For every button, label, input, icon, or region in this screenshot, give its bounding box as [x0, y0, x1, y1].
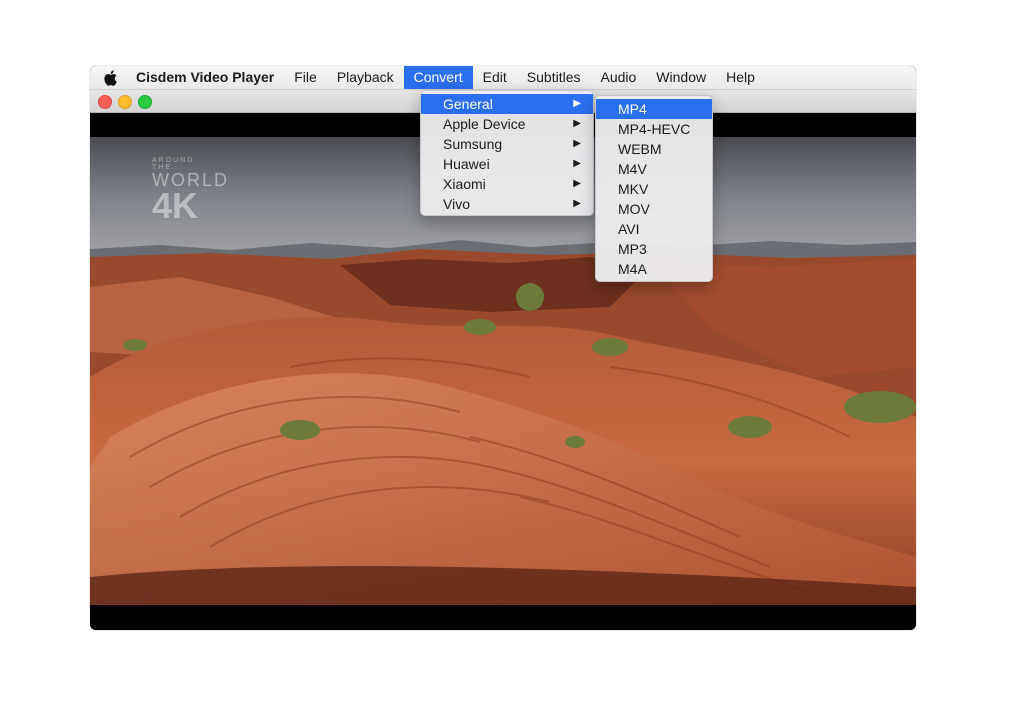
format-item-mov[interactable]: MOV: [596, 199, 712, 219]
zoom-window-button[interactable]: [138, 95, 152, 109]
video-watermark: AROUND THE WORLD 4K: [152, 157, 227, 226]
convert-menu-item-general[interactable]: General ▶: [421, 94, 593, 114]
menu-item-label: Apple Device: [443, 116, 526, 132]
format-item-avi[interactable]: AVI: [596, 219, 712, 239]
menu-item-label: Vivo: [443, 196, 470, 212]
format-item-mp4[interactable]: MP4: [596, 99, 712, 119]
convert-menu-dropdown: General ▶ Apple Device ▶ Sumsung ▶ Huawe…: [420, 90, 594, 216]
apple-logo-icon[interactable]: [101, 69, 119, 87]
format-item-mkv[interactable]: MKV: [596, 179, 712, 199]
menu-bar: Cisdem Video Player File Playback Conver…: [90, 66, 916, 90]
general-format-submenu: MP4 MP4-HEVC WEBM M4V MKV MOV AVI MP3 M4…: [595, 95, 713, 282]
menu-audio[interactable]: Audio: [590, 66, 646, 89]
close-window-button[interactable]: [98, 95, 112, 109]
menu-item-label: General: [443, 96, 493, 112]
menu-playback[interactable]: Playback: [327, 66, 404, 89]
minimize-window-button[interactable]: [118, 95, 132, 109]
menu-window[interactable]: Window: [646, 66, 716, 89]
convert-menu-item-sumsung[interactable]: Sumsung ▶: [421, 134, 593, 154]
submenu-arrow-icon: ▶: [573, 158, 581, 169]
convert-menu-item-xiaomi[interactable]: Xiaomi ▶: [421, 174, 593, 194]
format-item-m4a[interactable]: M4A: [596, 259, 712, 279]
menu-item-label: Sumsung: [443, 136, 503, 152]
menu-file[interactable]: File: [284, 66, 327, 89]
format-item-mp4-hevc[interactable]: MP4-HEVC: [596, 119, 712, 139]
menu-edit[interactable]: Edit: [473, 66, 517, 89]
menu-item-label: Huawei: [443, 156, 490, 172]
convert-menu-item-huawei[interactable]: Huawei ▶: [421, 154, 593, 174]
submenu-arrow-icon: ▶: [573, 178, 581, 189]
submenu-arrow-icon: ▶: [573, 98, 581, 109]
format-item-webm[interactable]: WEBM: [596, 139, 712, 159]
menu-subtitles[interactable]: Subtitles: [517, 66, 591, 89]
submenu-arrow-icon: ▶: [573, 198, 581, 209]
convert-menu-item-apple-device[interactable]: Apple Device ▶: [421, 114, 593, 134]
app-name-menu[interactable]: Cisdem Video Player: [130, 66, 284, 89]
submenu-arrow-icon: ▶: [573, 138, 581, 149]
watermark-line-1: AROUND THE: [152, 157, 195, 171]
menu-item-label: Xiaomi: [443, 176, 486, 192]
convert-menu-item-vivo[interactable]: Vivo ▶: [421, 194, 593, 214]
menu-convert[interactable]: Convert: [403, 66, 473, 89]
watermark-4k: 4K: [152, 185, 199, 226]
format-item-m4v[interactable]: M4V: [596, 159, 712, 179]
menu-help[interactable]: Help: [716, 66, 765, 89]
format-item-mp3[interactable]: MP3: [596, 239, 712, 259]
submenu-arrow-icon: ▶: [573, 118, 581, 129]
